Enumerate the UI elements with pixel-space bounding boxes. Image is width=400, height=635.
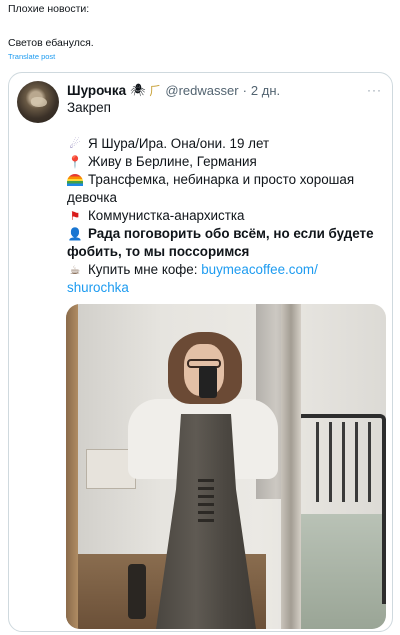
bio-line: ☕ Купить мне кофе: buymeacoffee.com/ xyxy=(67,261,387,279)
bio-line: девочка xyxy=(67,189,387,207)
rainbow-icon: ⺁ xyxy=(149,83,162,98)
bio-text: фобить, то мы поссоримся xyxy=(67,244,250,259)
bio-text: Я Шура/Ира. Она/они. 19 лет xyxy=(88,136,270,151)
quoted-profile-card[interactable]: Шурочка 🕷 ⺁ @redwasser · 2 дн. ··· Закре… xyxy=(8,72,393,632)
bio-text: девочка xyxy=(67,190,117,205)
mirror-frame xyxy=(66,304,78,629)
bio-line: Трансфемка, небинарка и просто хорошая xyxy=(67,171,387,189)
rainbow-icon xyxy=(67,174,83,186)
planet-icon: ☄ xyxy=(69,137,81,151)
bio: ☄ Я Шура/Ира. Она/они. 19 лет 📍 Живу в Б… xyxy=(67,135,387,297)
pinned-label: Закреп xyxy=(67,100,111,115)
bio-line: 📍 Живу в Берлине, Германия xyxy=(67,153,387,171)
display-name[interactable]: Шурочка xyxy=(67,83,126,98)
coffee-link[interactable]: buymeacoffee.com/ xyxy=(201,262,318,277)
phone xyxy=(199,366,217,398)
pin-icon: 📍 xyxy=(67,155,83,169)
bio-text: Трансфемка, небинарка и просто хорошая xyxy=(88,172,355,187)
bio-line: shurochka xyxy=(67,279,387,297)
separator-dot: · xyxy=(242,82,247,98)
profile-header: Шурочка 🕷 ⺁ @redwasser · 2 дн. ··· xyxy=(67,81,382,99)
bio-line: ☄ Я Шура/Ира. Она/они. 19 лет xyxy=(67,135,387,153)
translate-post-link[interactable]: Translate post xyxy=(8,52,55,61)
mirror-selfie-photo[interactable] xyxy=(66,304,386,629)
handle[interactable]: @redwasser xyxy=(165,83,238,98)
user-icon: 👤 xyxy=(67,227,83,241)
bio-text: Рада поговорить обо всём, но если будете xyxy=(88,226,374,241)
flag-icon: ⚑ xyxy=(69,209,81,223)
spider-icon: 🕷 xyxy=(130,83,146,97)
bio-text: Купить мне кофе: buymeacoffee.com/ xyxy=(88,261,318,279)
dress-lacing xyxy=(198,479,214,524)
coffee-icon: ☕ xyxy=(69,263,81,277)
bio-line: 👤 Рада поговорить обо всём, но если буде… xyxy=(67,225,387,243)
bio-text: Живу в Берлине, Германия xyxy=(88,154,257,169)
coffee-prefix: Купить мне кофе: xyxy=(88,262,202,277)
bio-text: Коммунистка-анархистка xyxy=(88,208,245,223)
bag xyxy=(128,564,146,619)
more-icon[interactable]: ··· xyxy=(367,83,382,97)
post-text-line2: Светов ебанулся. xyxy=(8,37,94,49)
post-text-line1: Плохие новости: xyxy=(8,3,90,15)
avatar[interactable] xyxy=(17,81,59,123)
timestamp[interactable]: 2 дн. xyxy=(251,83,280,98)
coffee-link-continued[interactable]: shurochka xyxy=(67,279,129,297)
bio-line: ⚑ Коммунистка-анархистка xyxy=(67,207,387,225)
door-frame xyxy=(281,304,301,629)
bed-frame xyxy=(296,414,386,604)
bio-line: фобить, то мы поссоримся xyxy=(67,243,387,261)
